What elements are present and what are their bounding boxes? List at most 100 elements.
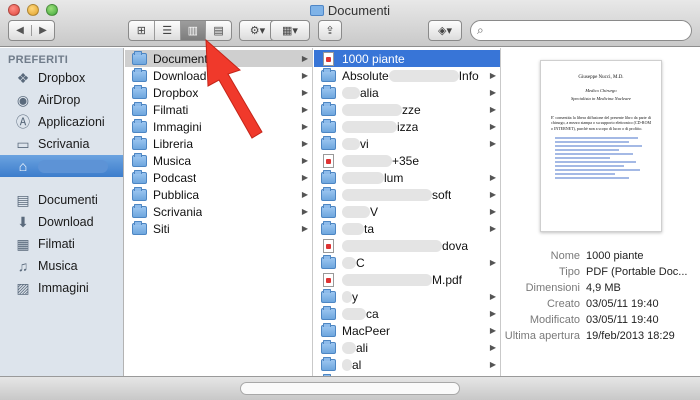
list-item[interactable]: alia ▶ [314,84,500,101]
info-key: Dimensioni [525,282,580,294]
list-item[interactable]: izza ▶ [314,118,500,135]
list-item[interactable]: y ▶ [314,288,500,305]
item-label: Immagini [153,119,202,134]
list-view-button[interactable]: ☰ [153,21,180,40]
list-item[interactable]: Filmati ▶ [125,101,312,118]
sidebar-item-dropbox[interactable]: ❖ Dropbox [0,67,123,89]
column-view-button[interactable]: ▥ [179,21,206,40]
back-button[interactable]: ◀ [9,25,31,36]
list-item[interactable]: ca ▶ [314,305,500,322]
list-item[interactable]: dova [314,237,500,254]
list-item[interactable]: Documenti ▶ [125,50,312,67]
coverflow-view-button[interactable]: ▤ [205,21,231,40]
redacted-text [342,206,370,219]
list-item[interactable]: Download ▶ [125,67,312,84]
sidebar-item-documenti[interactable]: ▤ Documenti [0,189,123,211]
chevron-right-icon: ▶ [489,190,496,199]
icon-view-button[interactable]: ⊞ [129,21,154,40]
sidebar-item-musica[interactable]: ♫ Musica [0,255,123,277]
chevron-right-icon: ▶ [489,88,496,97]
sidebar-item-label: Immagini [38,281,89,295]
sidebar-item-label: Applicazioni [38,115,105,129]
list-item[interactable]: MacPeer ▶ [314,322,500,339]
sidebar-item-download[interactable]: ⬇ Download [0,211,123,233]
list-item[interactable]: Musica ▶ [125,152,312,169]
item-label-suffix: ta [364,221,375,236]
list-item[interactable]: al ▶ [314,356,500,373]
info-value: 03/05/11 19:40 [586,298,659,310]
item-label: +35e [342,154,419,168]
horizontal-scrollbar[interactable] [240,382,460,395]
list-item[interactable]: Dropbox ▶ [125,84,312,101]
item-label-suffix: Info [458,68,479,83]
chevron-right-icon: ▶ [301,54,308,63]
list-item[interactable]: Siti ▶ [125,220,312,237]
redacted-text [342,240,442,253]
chevron-right-icon: ▶ [489,309,496,318]
folder-icon [321,220,336,235]
item-label-suffix: soft [432,187,452,202]
list-item[interactable]: Libreria ▶ [125,135,312,152]
list-item[interactable]: V ▶ [314,203,500,220]
list-item[interactable]: lum ▶ [314,169,500,186]
list-item[interactable]: ali ▶ [314,339,500,356]
list-item[interactable]: Absolute Info ▶ [314,67,500,84]
forward-button[interactable]: ▶ [31,25,54,36]
doc-author: Giuseppe Nucci, M.D. [578,75,624,80]
list-item[interactable]: ta ▶ [314,220,500,237]
folder-icon [321,254,336,269]
arrange-menu-button[interactable]: ▦▾ [270,20,310,41]
list-item[interactable]: Immagini ▶ [125,118,312,135]
redacted-text [342,342,356,355]
info-key: Modificato [529,314,580,326]
sidebar-item-applicazioni[interactable]: Ⓐ Applicazioni [0,111,123,133]
sidebar-item-home[interactable]: ⌂ [0,155,123,177]
info-row: Nome 1000 piante [502,248,700,264]
document-thumbnail[interactable]: Giuseppe Nucci, M.D. Medico Chirurgo Spe… [540,60,662,232]
redacted-text [342,223,364,236]
redacted-text [342,87,360,100]
info-value: 03/05/11 19:40 [586,314,659,326]
redacted-text [342,291,352,304]
dropbox-menu-button[interactable]: ◈▾ [428,20,462,41]
pdf-file-icon [323,51,334,66]
item-label: Documenti [153,51,211,66]
redacted-text [342,138,360,151]
info-value: PDF (Portable Doc... [586,266,688,278]
list-item[interactable]: 1000 piante [314,50,500,67]
list-item[interactable]: vi ▶ [314,135,500,152]
folder-icon [309,5,324,16]
sidebar-item-immagini[interactable]: ▨ Immagini [0,277,123,299]
folder-icon [321,186,336,201]
sidebar-item-label: Filmati [38,237,75,251]
search-field[interactable]: ⌕ [470,20,692,41]
item-label-suffix: 1000 piante [342,51,405,66]
folder-icon [321,169,336,184]
info-row: Ultima apertura 19/feb/2013 18:29 [502,328,700,344]
chevron-right-icon: ▶ [489,71,496,80]
item-label: soft [342,188,451,202]
sidebar-item-scrivania[interactable]: ▭ Scrivania [0,133,123,155]
list-item[interactable]: C ▶ [314,254,500,271]
share-button[interactable]: ⇪ [318,20,342,41]
item-label-suffix: izza [397,119,419,134]
sidebar-item-filmati[interactable]: ▦ Filmati [0,233,123,255]
list-item[interactable]: Scrivania ▶ [125,203,312,220]
list-item[interactable]: soft ▶ [314,186,500,203]
pictures-icon: ▨ [16,279,30,296]
info-key: Tipo [559,266,580,278]
redacted-text [342,172,384,185]
download-icon: ⬇ [17,213,29,230]
list-item[interactable]: Podcast ▶ [125,169,312,186]
item-label: dova [342,239,468,253]
list-item[interactable]: Pubblica ▶ [125,186,312,203]
item-label: lum [342,171,403,185]
doc-links [555,137,647,180]
list-item[interactable]: M.pdf [314,271,500,288]
list-item[interactable]: zze ▶ [314,101,500,118]
folder-icon [132,169,147,184]
list-item[interactable]: +35e [314,152,500,169]
item-label: ca [342,307,379,321]
item-label: 1000 piante [342,52,405,66]
sidebar-item-airdrop[interactable]: ◉ AirDrop [0,89,123,111]
